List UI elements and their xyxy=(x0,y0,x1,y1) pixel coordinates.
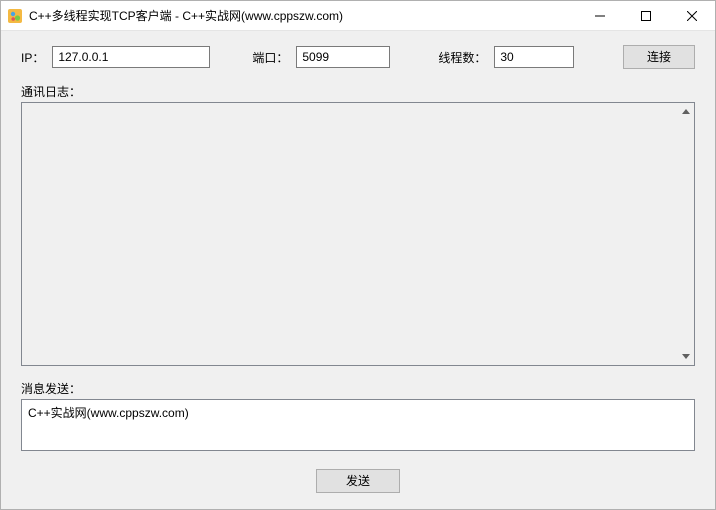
port-input[interactable] xyxy=(296,46,390,68)
log-container xyxy=(21,102,695,366)
message-section-label: 消息发送： xyxy=(21,380,695,397)
send-row: 发送 xyxy=(21,469,695,493)
close-button[interactable] xyxy=(669,1,715,30)
port-label: 端口： xyxy=(252,49,288,66)
send-button[interactable]: 发送 xyxy=(316,469,400,493)
client-area: IP： 端口： 线程数： 连接 通讯日志： 消息发送： xyxy=(1,31,715,509)
ip-input[interactable] xyxy=(52,46,210,68)
connection-row: IP： 端口： 线程数： 连接 xyxy=(21,45,695,69)
window-controls xyxy=(577,1,715,30)
titlebar: C++多线程实现TCP客户端 - C++实战网(www.cppszw.com) xyxy=(1,1,715,31)
app-icon xyxy=(7,8,23,24)
app-window: C++多线程实现TCP客户端 - C++实战网(www.cppszw.com) … xyxy=(0,0,716,510)
threads-label: 线程数： xyxy=(438,49,486,66)
maximize-button[interactable] xyxy=(623,1,669,30)
threads-input[interactable] xyxy=(494,46,574,68)
ip-label: IP： xyxy=(21,49,44,66)
window-title: C++多线程实现TCP客户端 - C++实战网(www.cppszw.com) xyxy=(29,7,577,24)
connect-button[interactable]: 连接 xyxy=(623,45,695,69)
message-textarea[interactable] xyxy=(21,399,695,451)
minimize-button[interactable] xyxy=(577,1,623,30)
log-textarea[interactable] xyxy=(21,102,695,366)
log-section-label: 通讯日志： xyxy=(21,83,695,100)
